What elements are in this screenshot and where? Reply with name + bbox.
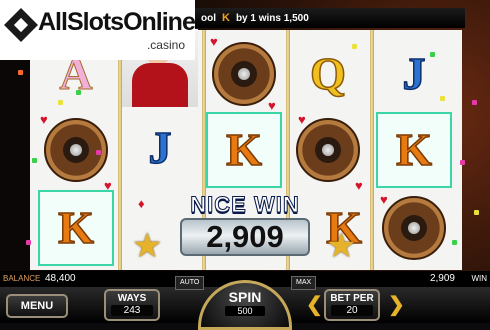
heart-icon: ♥ — [355, 178, 363, 193]
auto-button[interactable]: AUTO — [175, 276, 205, 290]
menu-button[interactable]: MENU — [6, 294, 68, 318]
balance-value: 48,400 — [45, 273, 76, 284]
max-button[interactable]: MAX — [291, 276, 317, 290]
heart-icon: ♥ — [268, 98, 276, 113]
spin-bet-value: 500 — [225, 306, 265, 316]
confetti — [58, 100, 63, 105]
spin-label: SPIN — [228, 289, 262, 305]
ways-value: 243 — [111, 305, 153, 316]
confetti — [472, 100, 477, 105]
symbol-K-win: K — [38, 190, 114, 266]
win-banner: NICE WIN 2,909 — [170, 192, 320, 270]
symbol-roulette — [38, 112, 114, 188]
heart-icon: ♥ — [40, 112, 48, 127]
balance-label: BALANCE — [3, 274, 41, 283]
bet-per-label: BET PER — [330, 293, 374, 304]
chevron-right-icon[interactable]: ❯ — [388, 292, 405, 317]
confetti — [474, 210, 479, 215]
heart-icon: ♥ — [298, 112, 306, 127]
confetti — [76, 90, 81, 95]
star-icon: ★ — [132, 227, 163, 265]
heart-icon: ♥ — [210, 34, 218, 49]
win-total-value: 2,909 — [429, 273, 455, 284]
symbol-K-win: K — [206, 112, 282, 188]
bet-per-value: 20 — [331, 305, 373, 316]
logo-brand-text: AllSlotsOnline — [38, 8, 196, 36]
paytable-ticker: ool K by 1 wins 1,500 — [195, 8, 465, 28]
logo-sub-text: .casino — [146, 38, 185, 52]
confetti — [18, 70, 23, 75]
heart-icon: ♥ — [104, 178, 112, 193]
bet-per-button[interactable]: BET PER 20 — [324, 289, 380, 321]
confetti — [452, 240, 457, 245]
confetti — [32, 158, 37, 163]
confetti — [430, 52, 435, 57]
confetti — [460, 160, 465, 165]
star-icon: ★ — [326, 227, 357, 265]
ticker-symbol: K — [222, 12, 230, 24]
confetti — [352, 44, 357, 49]
diamond-suit-icon: ♦ — [138, 196, 145, 211]
ticker-text-right: by 1 wins 1,500 — [235, 12, 309, 24]
symbol-K-win: K — [376, 112, 452, 188]
ways-label: WAYS — [117, 293, 147, 304]
win-total-label: WIN — [471, 274, 487, 283]
heart-icon: ♥ — [380, 192, 388, 207]
win-title: NICE WIN — [190, 192, 300, 218]
confetti — [96, 150, 101, 155]
chevron-left-icon[interactable]: ❮ — [306, 292, 323, 317]
confetti — [440, 96, 445, 101]
confetti — [26, 240, 31, 245]
ways-button[interactable]: WAYS 243 — [104, 289, 160, 321]
site-logo: AllSlotsOnline .casino — [0, 0, 196, 60]
ticker-text-left: ool — [201, 12, 216, 24]
diamond-logo-icon — [4, 8, 38, 42]
win-amount: 2,909 — [180, 218, 310, 256]
symbol-J: J — [148, 122, 173, 173]
